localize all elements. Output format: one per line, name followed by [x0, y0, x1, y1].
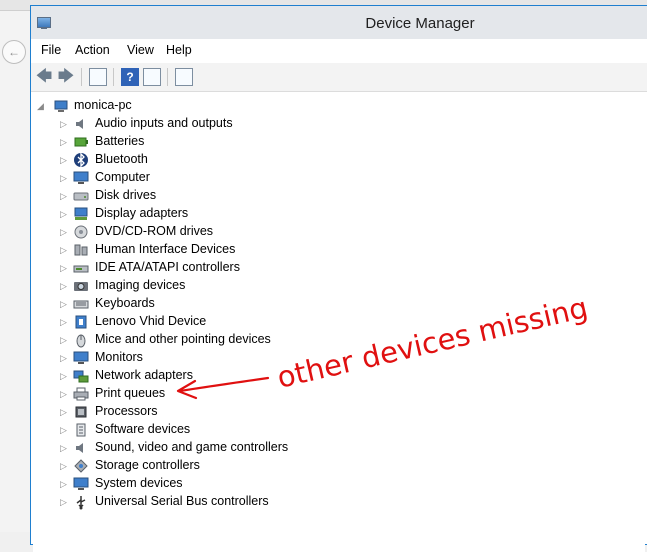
expand-arrow-icon[interactable]: ▷ [60, 172, 70, 184]
expand-arrow-icon[interactable]: ▷ [60, 424, 70, 436]
tree-item-label: Storage controllers [95, 458, 200, 472]
network-icon [73, 368, 89, 384]
device-manager-window: Device Manager File Action View Help 🡄 🡆… [30, 5, 647, 552]
cpu-icon [73, 404, 89, 420]
toolbar: 🡄 🡆 ? [31, 63, 647, 92]
tree-root-label: monica-pc [74, 98, 132, 112]
tree-item-label: Human Interface Devices [95, 242, 236, 256]
title-bar[interactable]: Device Manager [31, 6, 647, 40]
computer-icon [53, 98, 69, 114]
keyboard-icon [73, 296, 89, 312]
collapse-arrow-icon[interactable]: ◢ [37, 100, 47, 112]
expand-arrow-icon[interactable]: ▷ [60, 316, 70, 328]
expand-arrow-icon[interactable]: ▷ [60, 352, 70, 364]
expand-arrow-icon[interactable]: ▷ [60, 496, 70, 508]
tree-item-label: Batteries [95, 134, 145, 148]
expand-arrow-icon[interactable]: ▷ [60, 478, 70, 490]
tree-item-label: DVD/CD-ROM drives [95, 224, 214, 238]
expand-arrow-icon[interactable]: ▷ [60, 118, 70, 130]
properties-icon[interactable] [89, 68, 107, 86]
menu-action[interactable]: Action [75, 43, 110, 57]
monitor-icon [73, 350, 89, 366]
expand-arrow-icon[interactable]: ▷ [60, 280, 70, 292]
expand-arrow-icon[interactable]: ▷ [60, 262, 70, 274]
speaker-icon [73, 440, 89, 456]
scan-hardware-icon[interactable] [175, 68, 193, 86]
monitor-icon [73, 170, 89, 186]
tree-item-label: IDE ATA/ATAPI controllers [95, 260, 240, 274]
tree-item-label: Monitors [95, 350, 143, 364]
tree-item-label: System devices [95, 476, 183, 490]
tree-item-label: Print queues [95, 386, 166, 400]
menu-help[interactable]: Help [166, 43, 192, 57]
tree-item-label: Disk drives [95, 188, 157, 202]
tree-item-label: Computer [95, 170, 150, 184]
tree-item-label: Keyboards [95, 296, 155, 310]
menu-file[interactable]: File [41, 43, 61, 57]
expand-arrow-icon[interactable]: ▷ [60, 406, 70, 418]
toolbar-separator [113, 68, 114, 86]
software-icon [73, 422, 89, 438]
tree-item-label: Software devices [95, 422, 191, 436]
tree-item-label: Bluetooth [95, 152, 148, 166]
speaker-icon [73, 116, 89, 132]
device-tree: ◢ monica-pc ▷ Audio inputs and outputs ▷ Ba… [33, 92, 645, 552]
expand-arrow-icon[interactable]: ▷ [60, 136, 70, 148]
expand-arrow-icon[interactable]: ▷ [60, 226, 70, 238]
tree-item-label: Lenovo Vhid Device [95, 314, 207, 328]
tree-item-label: Processors [95, 404, 158, 418]
toolbar-separator [81, 68, 82, 86]
usb-device-icon [73, 314, 89, 330]
expand-arrow-icon[interactable]: ▷ [60, 442, 70, 454]
tree-item-label: Display adapters [95, 206, 189, 220]
camera-icon [73, 278, 89, 294]
tree-item-label: Universal Serial Bus controllers [95, 494, 269, 508]
printer-icon [73, 386, 89, 402]
hid-icon [73, 242, 89, 258]
bluetooth-icon [73, 152, 89, 168]
battery-icon [73, 134, 89, 150]
back-arrow-icon[interactable]: 🡄 [35, 68, 53, 86]
monitor-icon [73, 476, 89, 492]
expand-arrow-icon[interactable]: ▷ [60, 244, 70, 256]
expand-arrow-icon[interactable]: ▷ [60, 370, 70, 382]
toolbar-separator [167, 68, 168, 86]
usb-icon [73, 494, 89, 510]
expand-arrow-icon[interactable]: ▷ [60, 334, 70, 346]
expand-arrow-icon[interactable]: ▷ [60, 154, 70, 166]
background-back-button[interactable]: ← [2, 40, 26, 64]
expand-arrow-icon[interactable]: ▷ [60, 190, 70, 202]
tree-item-label: Mice and other pointing devices [95, 332, 271, 346]
menu-bar: File Action View Help [31, 39, 647, 63]
ide-controller-icon [73, 260, 89, 276]
display-adapter-icon [73, 206, 89, 222]
expand-arrow-icon[interactable]: ▷ [60, 298, 70, 310]
storage-icon [73, 458, 89, 474]
window-title: Device Manager [365, 15, 475, 32]
help-icon[interactable]: ? [121, 68, 139, 86]
menu-view[interactable]: View [127, 43, 154, 57]
tree-item-label: Sound, video and game controllers [95, 440, 289, 454]
forward-arrow-icon[interactable]: 🡆 [57, 68, 75, 86]
details-view-icon[interactable] [143, 68, 161, 86]
tree-item-label: Audio inputs and outputs [95, 116, 233, 130]
expand-arrow-icon[interactable]: ▷ [60, 460, 70, 472]
tree-item-label: Imaging devices [95, 278, 186, 292]
expand-arrow-icon[interactable]: ▷ [60, 388, 70, 400]
expand-arrow-icon[interactable]: ▷ [60, 208, 70, 220]
tree-item-label: Network adapters [95, 368, 193, 382]
disk-drive-icon [73, 188, 89, 204]
dvd-icon [73, 224, 89, 240]
mouse-icon [73, 332, 89, 348]
